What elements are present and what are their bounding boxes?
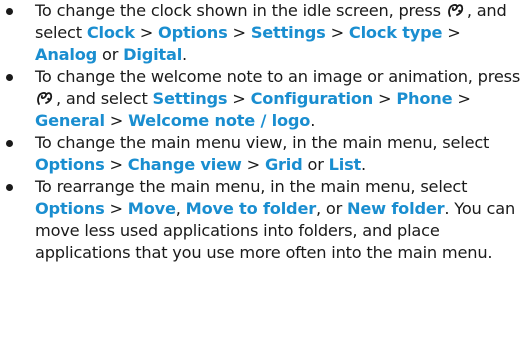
tip-text: > (452, 89, 471, 108)
menu-key-icon (36, 90, 55, 107)
tip-text: > (104, 155, 128, 174)
tip-item: To rearrange the main menu, in the main … (0, 176, 523, 264)
menu-path-term: Analog (35, 45, 98, 64)
menu-path-term: Change view (127, 155, 242, 174)
menu-path-term: Move to folder (185, 199, 317, 218)
tip-text: > (134, 23, 159, 42)
tip-text: > (227, 89, 251, 108)
tip-item: To change the clock shown in the idle sc… (0, 0, 523, 66)
menu-path-term: General (35, 111, 105, 130)
tip-text: > (442, 23, 461, 42)
menu-path-term: Settings (250, 23, 326, 42)
menu-path-term: Settings (152, 89, 228, 108)
bullet-dot (6, 184, 13, 191)
menu-path-term: Clock (86, 23, 135, 42)
menu-path-term: Options (35, 155, 105, 174)
tip-text: > (227, 23, 251, 42)
menu-path-term: Phone (396, 89, 453, 108)
menu-path-term: Configuration (250, 89, 374, 108)
menu-path-term: Welcome note / logo (128, 111, 311, 130)
menu-path-term: Options (35, 199, 105, 218)
tip-text: , or (316, 199, 348, 218)
tip-text: . (361, 155, 366, 174)
tip-text: To rearrange the main menu, in the main … (35, 177, 468, 196)
tip-item: To change the welcome note to an image o… (0, 66, 523, 132)
bullet-dot (6, 140, 13, 147)
tip-text: To change the main menu view, in the mai… (35, 133, 490, 152)
bullet-dot (6, 74, 13, 81)
menu-path-term: Grid (264, 155, 303, 174)
tip-text: or (302, 155, 329, 174)
tip-text: or (97, 45, 124, 64)
tips-list: To change the clock shown in the idle sc… (0, 0, 523, 264)
bullet-dot (6, 8, 13, 15)
tip-text: . (310, 111, 316, 130)
tip-item: To change the main menu view, in the mai… (0, 132, 523, 176)
tip-text: > (241, 155, 265, 174)
tip-text: > (325, 23, 349, 42)
tip-text: , (175, 199, 186, 218)
tip-text: > (104, 199, 128, 218)
menu-key-icon (447, 2, 466, 19)
tip-text: > (104, 111, 129, 130)
tip-text: . (182, 45, 187, 64)
menu-path-term: Move (127, 199, 176, 218)
tip-text: , and select (56, 89, 153, 108)
tip-text: > (373, 89, 397, 108)
tip-text: To change the clock shown in the idle sc… (35, 1, 446, 20)
menu-path-term: Options (158, 23, 228, 42)
document-page: To change the clock shown in the idle sc… (0, 0, 523, 264)
tip-text: To change the welcome note to an image o… (35, 67, 521, 86)
menu-path-term: List (328, 155, 362, 174)
menu-path-term: Clock type (348, 23, 443, 42)
menu-path-term: New folder (347, 199, 445, 218)
menu-path-term: Digital (123, 45, 183, 64)
